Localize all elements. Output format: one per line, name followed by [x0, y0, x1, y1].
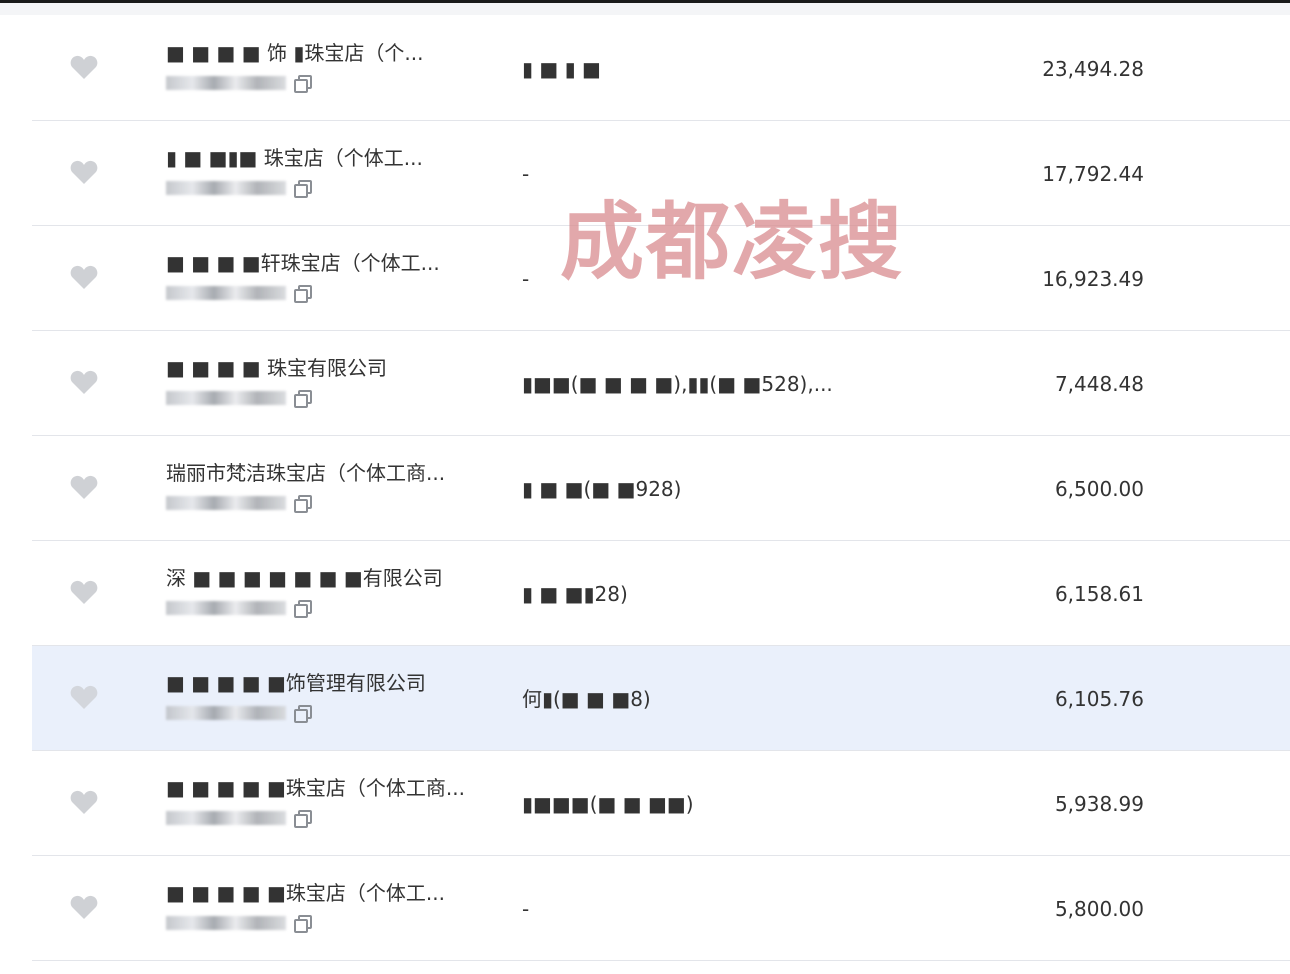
favorite-heart-icon[interactable] [70, 579, 98, 605]
list-item[interactable]: ■ ■ ■ ■ ■珠宝店（个体工商... ▮■■■(■ ■ ■■) 5,938.… [32, 751, 1290, 856]
favorite-heart-icon[interactable] [70, 54, 98, 80]
amount-value: 5,800.00 [1054, 897, 1144, 921]
copy-icon[interactable] [294, 390, 312, 408]
result-list: ■ ■ ■ ■ 饰 ▮珠宝店（个... ▮ ■ ▮ ■ 23,494.28 ▮ … [0, 16, 1290, 961]
amount-value: 16,923.49 [1042, 267, 1144, 291]
company-name[interactable]: ■ ■ ■ ■ ■饰管理有限公司 [166, 670, 466, 696]
company-name[interactable]: 瑞丽市梵洁珠宝店（个体工商... [166, 460, 466, 486]
phone-line [166, 809, 312, 828]
contact-person: ▮■■(■ ■ ■ ■),▮▮(■ ■528),... [522, 372, 833, 396]
redacted-phone [166, 76, 286, 90]
amount-value: 6,500.00 [1054, 477, 1144, 501]
favorite-heart-icon[interactable] [70, 474, 98, 500]
company-name[interactable]: ■ ■ ■ ■ ■珠宝店（个体工... [166, 880, 466, 906]
favorite-heart-icon[interactable] [70, 894, 98, 920]
favorite-heart-icon[interactable] [70, 369, 98, 395]
contact-person: ▮ ■ ■(■ ■928) [522, 477, 682, 501]
phone-line [166, 74, 312, 93]
list-item[interactable]: ▮ ■ ■▮■ 珠宝店（个体工... - 17,792.44 [32, 121, 1290, 226]
contact-person: ▮■■■(■ ■ ■■) [522, 792, 694, 816]
copy-icon[interactable] [294, 285, 312, 303]
favorite-heart-icon[interactable] [70, 684, 98, 710]
copy-icon[interactable] [294, 915, 312, 933]
copy-icon[interactable] [294, 600, 312, 618]
contact-person: ▮ ■ ■▮28) [522, 582, 628, 606]
list-item-selected[interactable]: ■ ■ ■ ■ ■饰管理有限公司 何▮(■ ■ ■8) 6,105.76 [32, 646, 1290, 751]
contact-person: 何▮(■ ■ ■8) [522, 687, 651, 711]
phone-line [166, 389, 312, 408]
copy-icon[interactable] [294, 705, 312, 723]
phone-line [166, 179, 312, 198]
phone-line [166, 494, 312, 513]
company-name[interactable]: ■ ■ ■ ■ 饰 ▮珠宝店（个... [166, 40, 466, 66]
redacted-phone [166, 496, 286, 510]
company-name[interactable]: ▮ ■ ■▮■ 珠宝店（个体工... [166, 145, 466, 171]
phone-line [166, 284, 312, 303]
redacted-phone [166, 916, 286, 930]
amount-value: 5,938.99 [1054, 792, 1144, 816]
company-name[interactable]: ■ ■ ■ ■ 珠宝有限公司 [166, 355, 466, 381]
list-item[interactable]: ■ ■ ■ ■ ■珠宝店（个体工... - 5,800.00 [32, 856, 1290, 961]
amount-value: 23,494.28 [1042, 57, 1144, 81]
redacted-phone [166, 811, 286, 825]
contact-person: - [522, 162, 530, 186]
phone-line [166, 704, 312, 723]
redacted-phone [166, 181, 286, 195]
amount-value: 6,158.61 [1054, 582, 1144, 606]
redacted-phone [166, 706, 286, 720]
phone-line [166, 599, 312, 618]
phone-line [166, 914, 312, 933]
copy-icon[interactable] [294, 180, 312, 198]
favorite-heart-icon[interactable] [70, 159, 98, 185]
company-name[interactable]: ■ ■ ■ ■ ■珠宝店（个体工商... [166, 775, 466, 801]
copy-icon[interactable] [294, 810, 312, 828]
copy-icon[interactable] [294, 495, 312, 513]
redacted-phone [166, 286, 286, 300]
list-item[interactable]: ■ ■ ■ ■轩珠宝店（个体工... - 16,923.49 [32, 226, 1290, 331]
amount-value: 17,792.44 [1042, 162, 1144, 186]
list-item[interactable]: 深 ■ ■ ■ ■ ■ ■ ■有限公司 ▮ ■ ■▮28) 6,158.61 [32, 541, 1290, 646]
amount-value: 7,448.48 [1054, 372, 1144, 396]
redacted-phone [166, 391, 286, 405]
favorite-heart-icon[interactable] [70, 264, 98, 290]
contact-person: ▮ ■ ▮ ■ [522, 57, 601, 81]
list-item[interactable]: ■ ■ ■ ■ 饰 ▮珠宝店（个... ▮ ■ ▮ ■ 23,494.28 [32, 16, 1290, 121]
contact-person: - [522, 267, 530, 291]
contact-person: - [522, 897, 530, 921]
list-item[interactable]: ■ ■ ■ ■ 珠宝有限公司 ▮■■(■ ■ ■ ■),▮▮(■ ■528),.… [32, 331, 1290, 436]
amount-value: 6,105.76 [1054, 687, 1144, 711]
copy-icon[interactable] [294, 75, 312, 93]
top-fade [0, 3, 1290, 15]
redacted-phone [166, 601, 286, 615]
company-name[interactable]: ■ ■ ■ ■轩珠宝店（个体工... [166, 250, 466, 276]
list-item[interactable]: 瑞丽市梵洁珠宝店（个体工商... ▮ ■ ■(■ ■928) 6,500.00 [32, 436, 1290, 541]
company-name[interactable]: 深 ■ ■ ■ ■ ■ ■ ■有限公司 [166, 565, 466, 591]
favorite-heart-icon[interactable] [70, 789, 98, 815]
